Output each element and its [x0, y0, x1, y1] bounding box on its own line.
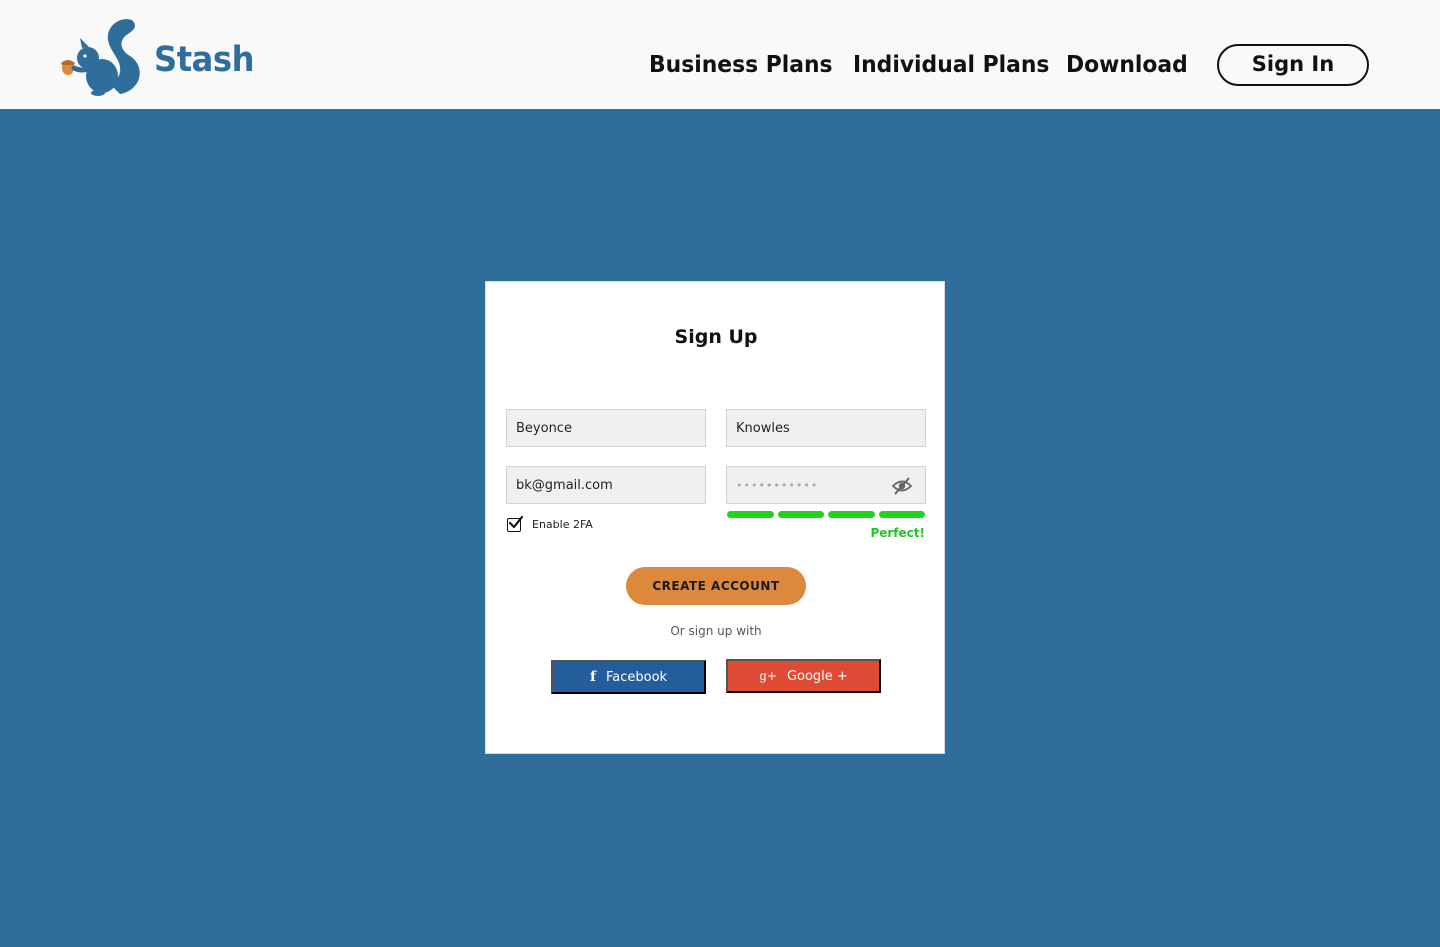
password-strength-label: Perfect!	[870, 526, 925, 540]
strength-segment	[777, 511, 824, 518]
sign-in-button[interactable]: Sign In	[1217, 44, 1369, 86]
password-value: •••••••••••	[736, 478, 819, 492]
last-name-field[interactable]: Knowles	[726, 409, 926, 447]
google-plus-label: Google +	[786, 668, 848, 684]
top-navigation-bar: Stash Business Plans Individual Plans Do…	[0, 0, 1440, 109]
enable-2fa-checkbox[interactable]	[507, 515, 524, 532]
nav-business-plans[interactable]: Business Plans	[649, 52, 833, 78]
nav-individual-plans[interactable]: Individual Plans	[853, 52, 1049, 78]
google-plus-signup-button[interactable]: g+ Google +	[726, 659, 881, 693]
first-name-value: Beyonce	[516, 420, 572, 436]
password-field[interactable]: •••••••••••	[726, 466, 926, 504]
strength-segment	[878, 511, 925, 518]
facebook-icon: f	[589, 669, 596, 685]
strength-segment	[727, 511, 774, 518]
last-name-value: Knowles	[736, 420, 790, 436]
password-strength-meter	[727, 511, 925, 518]
sign-up-card: Sign Up Beyonce Knowles bk@gmail.com •••…	[485, 281, 945, 754]
first-name-field[interactable]: Beyonce	[506, 409, 706, 447]
strength-segment	[828, 511, 875, 518]
page-title: Sign Up	[674, 326, 758, 348]
or-sign-up-with-text: Or sign up with	[670, 624, 762, 638]
enable-2fa-label: Enable 2FA	[532, 518, 593, 531]
email-field[interactable]: bk@gmail.com	[506, 466, 706, 504]
google-plus-icon: g+	[759, 669, 777, 683]
brand-name: Stash	[154, 40, 255, 80]
email-value: bk@gmail.com	[516, 477, 613, 493]
nav-download[interactable]: Download	[1066, 52, 1188, 78]
eye-slash-icon[interactable]	[891, 476, 913, 496]
create-account-button[interactable]: CREATE ACCOUNT	[626, 567, 806, 605]
facebook-signup-button[interactable]: f Facebook	[551, 660, 706, 694]
facebook-label: Facebook	[605, 669, 668, 685]
checkmark-icon	[508, 515, 524, 529]
brand-logo[interactable]: Stash	[58, 18, 255, 98]
squirrel-icon	[61, 19, 140, 96]
